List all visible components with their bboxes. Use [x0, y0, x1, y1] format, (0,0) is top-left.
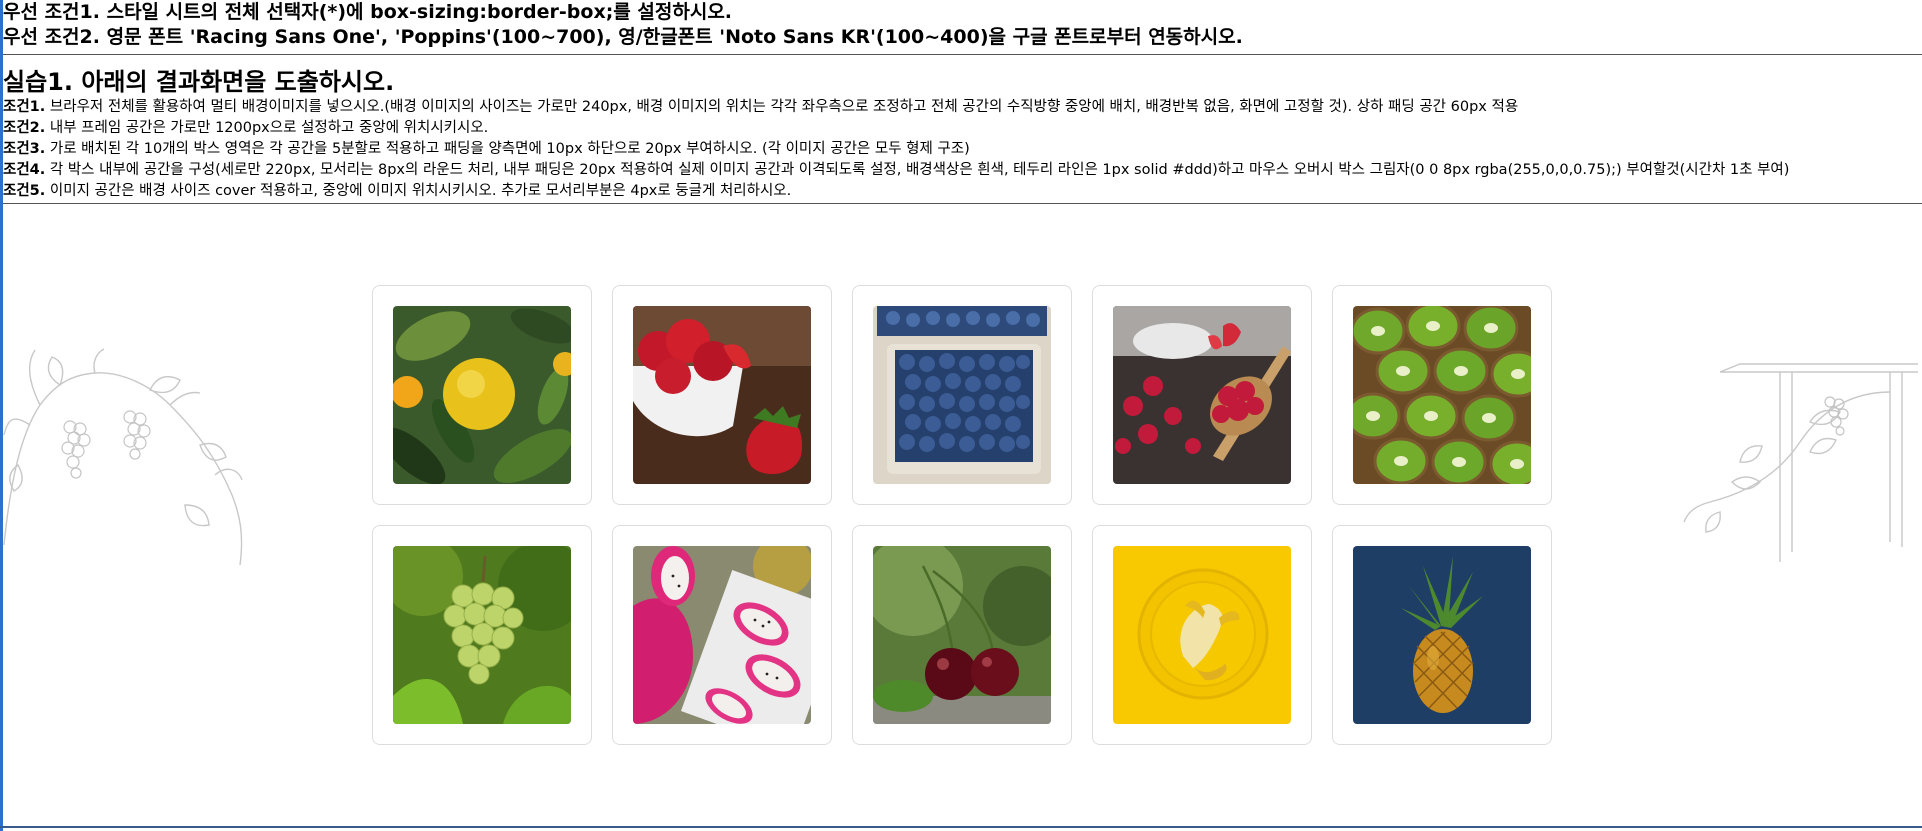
fruit-image-pineapple: [1353, 546, 1531, 724]
pineapple-photo: [1353, 546, 1531, 724]
fruit-box-dragonfruit[interactable]: [612, 525, 832, 745]
raspberry-photo: [1113, 306, 1291, 484]
condition-text: 각 박스 내부에 공간을 구성(세로만 220px, 모서리는 8px의 라운드…: [45, 162, 1790, 178]
fruit-box-kiwi[interactable]: [1332, 285, 1552, 505]
fruit-box-blueberry[interactable]: [852, 285, 1072, 505]
pre-condition-2: 우선 조건2. 영문 폰트 'Racing Sans One', 'Poppin…: [3, 26, 1243, 48]
fruit-image-grape: [393, 546, 571, 724]
fruit-image-lemon: [393, 306, 571, 484]
condition-label: 조건4.: [3, 162, 46, 178]
lemon-photo: [393, 306, 571, 484]
condition-text: 브라우저 전체를 활용하여 멀티 배경이미지를 넣으시오.(배경 이미지의 사이…: [45, 99, 1519, 115]
divider: [3, 203, 1922, 204]
fruit-box-lemon[interactable]: [372, 285, 592, 505]
kiwi-photo: [1353, 306, 1531, 484]
fruit-box-raspberry[interactable]: [1092, 285, 1312, 505]
condition-label: 조건2.: [3, 120, 46, 136]
condition-text: 이미지 공간은 배경 사이즈 cover 적용하고, 중앙에 이미지 위치시키시…: [45, 183, 792, 199]
condition-text: 가로 배치된 각 10개의 박스 영역은 각 공간을 5분할로 적용하고 패딩을…: [45, 141, 970, 157]
fruit-image-banana: [1113, 546, 1291, 724]
condition-1: 조건1. 브라우저 전체를 활용하여 멀티 배경이미지를 넣으시오.(배경 이미…: [3, 97, 1922, 118]
condition-5: 조건5. 이미지 공간은 배경 사이즈 cover 적용하고, 중앙에 이미지 …: [3, 181, 1922, 202]
bottom-border: [0, 826, 1922, 828]
fruit-image-strawberry: [633, 306, 811, 484]
grape-photo: [393, 546, 571, 724]
condition-label: 조건5.: [3, 183, 46, 199]
fruit-image-dragonfruit: [633, 546, 811, 724]
grapevine-right-decoration: [1683, 363, 1918, 562]
fruit-box-banana[interactable]: [1092, 525, 1312, 745]
fruit-box-pineapple[interactable]: [1332, 525, 1552, 745]
fruit-image-kiwi: [1353, 306, 1531, 484]
condition-3: 조건3. 가로 배치된 각 10개의 박스 영역은 각 공간을 5분할로 적용하…: [3, 139, 1922, 160]
dragonfruit-photo: [633, 546, 811, 724]
exercise-title: 실습1. 아래의 결과화면을 도출하시오.: [3, 68, 395, 96]
blueberry-photo: [873, 306, 1051, 484]
fruit-box-grape[interactable]: [372, 525, 592, 745]
condition-text: 내부 프레임 공간은 가로만 1200px으로 설정하고 중앙에 위치시키시오.: [45, 120, 489, 136]
strawberry-photo: [633, 306, 811, 484]
cherry-photo: [873, 546, 1051, 724]
grapevine-left-decoration: [3, 348, 243, 566]
pre-condition-1: 우선 조건1. 스타일 시트의 전체 선택자(*)에 box-sizing:bo…: [3, 1, 733, 23]
condition-4: 조건4. 각 박스 내부에 공간을 구성(세로만 220px, 모서리는 8px…: [3, 160, 1922, 181]
fruit-grid: [372, 285, 1552, 745]
condition-label: 조건3.: [3, 141, 46, 157]
fruit-image-cherry: [873, 546, 1051, 724]
fruit-image-raspberry: [1113, 306, 1291, 484]
banana-photo: [1113, 546, 1291, 724]
assignment-instructions: 우선 조건1. 스타일 시트의 전체 선택자(*)에 box-sizing:bo…: [0, 0, 1922, 204]
divider: [3, 54, 1922, 55]
fruit-box-strawberry[interactable]: [612, 285, 832, 505]
fruit-box-cherry[interactable]: [852, 525, 1072, 745]
condition-2: 조건2. 내부 프레임 공간은 가로만 1200px으로 설정하고 중앙에 위치…: [3, 118, 1922, 139]
fruit-image-blueberry: [873, 306, 1051, 484]
condition-label: 조건1.: [3, 99, 46, 115]
